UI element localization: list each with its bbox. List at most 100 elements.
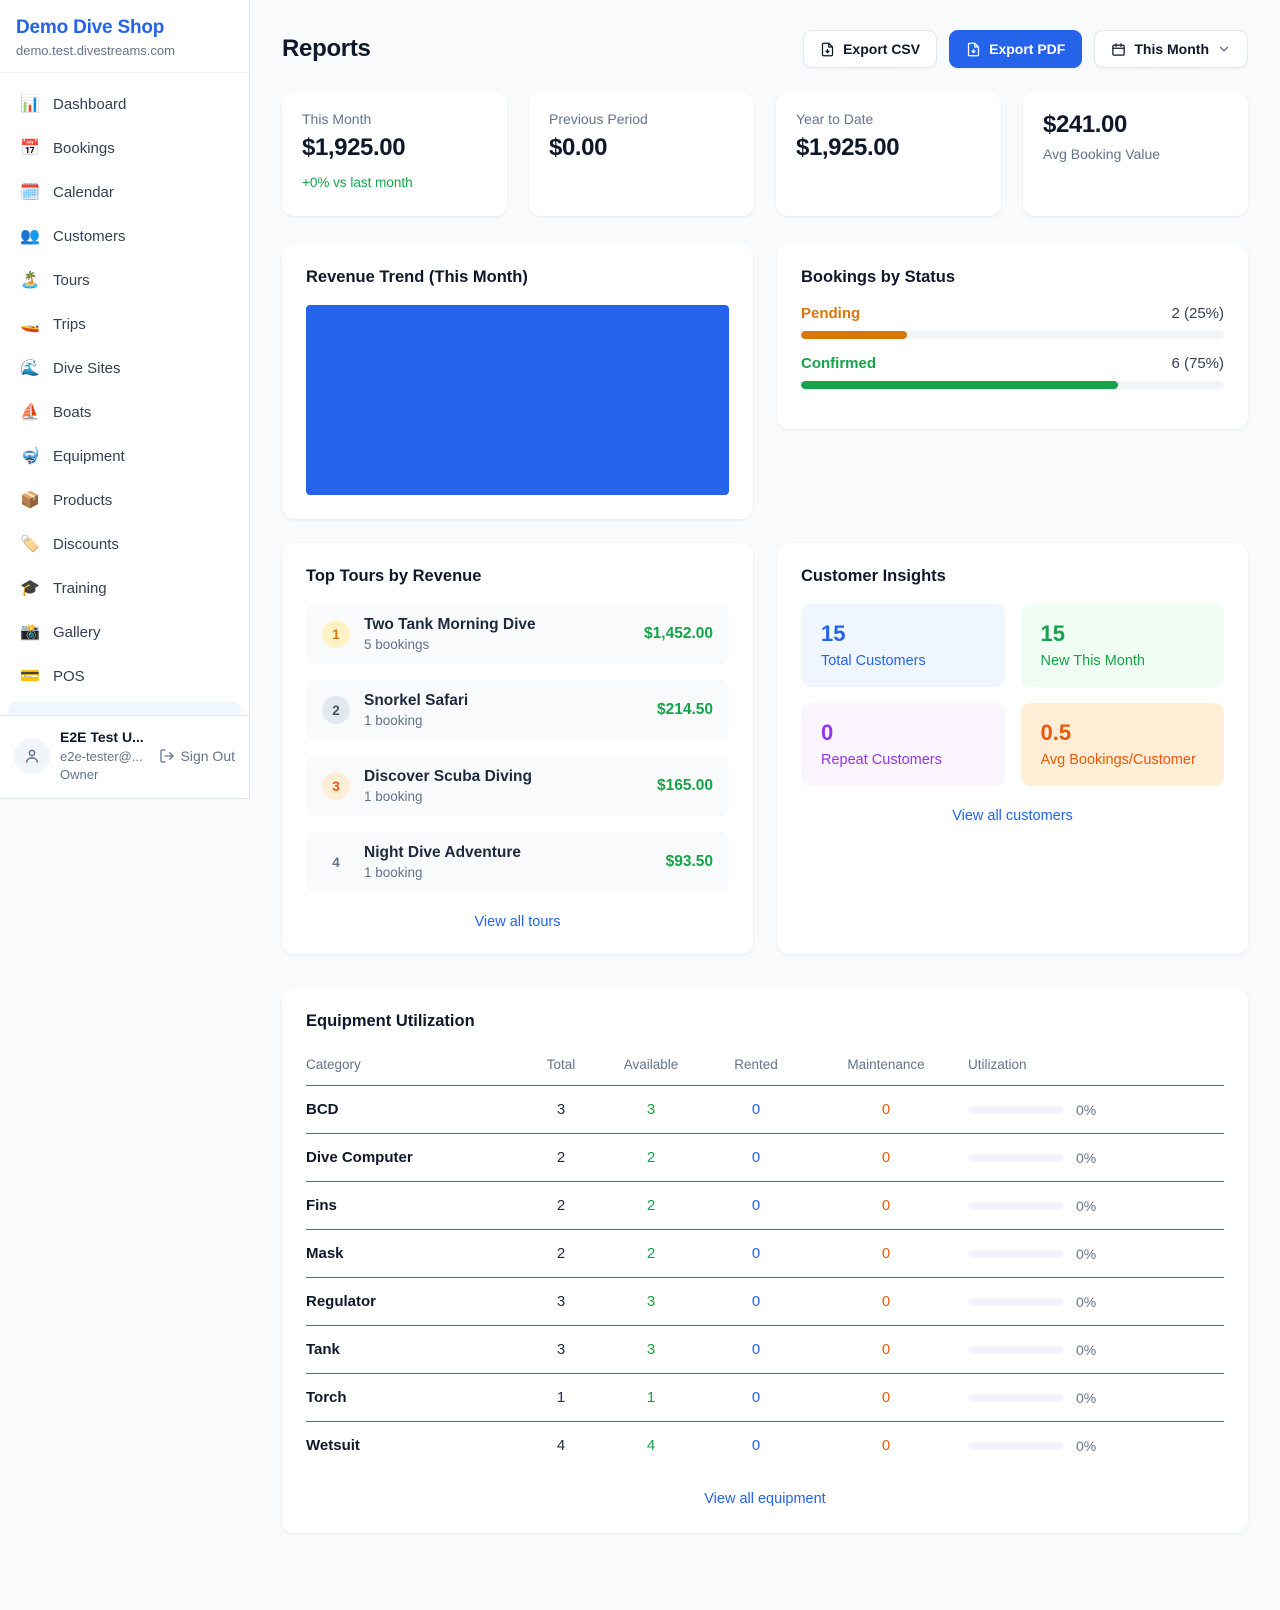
sidebar-item-discounts[interactable]: 🏷️ Discounts	[8, 527, 241, 562]
table-row: Torch 1 1 0 0 0%	[306, 1374, 1224, 1422]
person-icon	[23, 747, 41, 765]
view-all-tours-link[interactable]: View all tours	[306, 914, 729, 930]
status-count: 2 (25%)	[1171, 305, 1224, 322]
utilization-percent: 0%	[1076, 1342, 1096, 1358]
cell-category: Regulator	[306, 1278, 516, 1326]
column-header-available: Available	[606, 1049, 696, 1086]
sidebar-item-reports-partial[interactable]	[8, 702, 241, 715]
sidebar: Demo Dive Shop demo.test.divestreams.com…	[0, 0, 250, 799]
cell-total: 2	[516, 1182, 606, 1230]
cell-category: Tank	[306, 1326, 516, 1374]
utilization-percent: 0%	[1076, 1150, 1096, 1166]
sidebar-item-dashboard[interactable]: 📊 Dashboard	[8, 87, 241, 122]
period-select[interactable]: This Month	[1094, 30, 1248, 68]
sidebar-item-label: Calendar	[53, 184, 114, 201]
utilization-track	[968, 1154, 1064, 1162]
insight-value: 15	[821, 621, 985, 647]
stat-label: Year to Date	[796, 111, 981, 127]
brand-domain: demo.test.divestreams.com	[16, 43, 233, 58]
sidebar-item-products[interactable]: 📦 Products	[8, 483, 241, 518]
sidebar-item-gallery[interactable]: 📸 Gallery	[8, 615, 241, 650]
insight-label: Avg Bookings/Customer	[1041, 752, 1205, 768]
tag-icon: 🏷️	[20, 537, 40, 553]
stat-label: This Month	[302, 111, 487, 127]
table-header-row: Category Total Available Rented Maintena…	[306, 1049, 1224, 1086]
cell-category: Torch	[306, 1374, 516, 1422]
cell-maintenance: 0	[816, 1230, 956, 1278]
stat-label: Previous Period	[549, 111, 734, 127]
brand-name: Demo Dive Shop	[16, 17, 233, 39]
view-all-equipment-link[interactable]: View all equipment	[306, 1491, 1224, 1507]
rank-badge: 4	[322, 848, 350, 876]
table-row: BCD 3 3 0 0 0%	[306, 1086, 1224, 1134]
spiral-calendar-icon: 🗓️	[20, 185, 40, 201]
sidebar-item-label: Trips	[53, 316, 86, 333]
equipment-table: Category Total Available Rented Maintena…	[306, 1049, 1224, 1469]
view-all-customers-link[interactable]: View all customers	[801, 808, 1224, 824]
cell-category: Fins	[306, 1182, 516, 1230]
sidebar-item-training[interactable]: 🎓 Training	[8, 571, 241, 606]
charts-row: Revenue Trend (This Month) Bookings by S…	[282, 244, 1248, 519]
sidebar-item-label: Boats	[53, 404, 91, 421]
tour-name: Snorkel Safari	[364, 692, 468, 710]
tour-list: 1 Two Tank Morning Dive 5 bookings $1,45…	[306, 604, 729, 892]
rank-badge: 2	[322, 696, 350, 724]
sidebar-item-trips[interactable]: 🚤 Trips	[8, 307, 241, 342]
sidebar-item-dive-sites[interactable]: 🌊 Dive Sites	[8, 351, 241, 386]
sign-out-button[interactable]: Sign Out	[159, 748, 235, 764]
sidebar-item-bookings[interactable]: 📅 Bookings	[8, 131, 241, 166]
column-header-total: Total	[516, 1049, 606, 1086]
stat-value: $0.00	[549, 134, 734, 162]
status-progress-track	[801, 381, 1224, 389]
cell-maintenance: 0	[816, 1134, 956, 1182]
export-pdf-label: Export PDF	[989, 41, 1065, 57]
utilization-percent: 0%	[1076, 1246, 1096, 1262]
insight-tile: 15 Total Customers	[801, 604, 1005, 687]
status-label: Confirmed	[801, 355, 876, 372]
tour-revenue: $1,452.00	[644, 625, 713, 643]
sidebar-item-pos[interactable]: 💳 POS	[8, 659, 241, 694]
tour-bookings: 5 bookings	[364, 637, 536, 652]
sidebar-item-label: Gallery	[53, 624, 101, 641]
cell-rented: 0	[696, 1086, 816, 1134]
sidebar-item-tours[interactable]: 🏝️ Tours	[8, 263, 241, 298]
avatar	[14, 738, 50, 774]
export-pdf-button[interactable]: Export PDF	[949, 30, 1082, 68]
sidebar-item-boats[interactable]: ⛵ Boats	[8, 395, 241, 430]
sidebar-item-calendar[interactable]: 🗓️ Calendar	[8, 175, 241, 210]
file-download-icon	[820, 42, 835, 57]
sidebar-item-label: Dashboard	[53, 96, 126, 113]
column-header-maintenance: Maintenance	[816, 1049, 956, 1086]
stat-delta: +0% vs last month	[302, 175, 487, 190]
utilization-percent: 0%	[1076, 1102, 1096, 1118]
sidebar-item-customers[interactable]: 👥 Customers	[8, 219, 241, 254]
utilization-track	[968, 1250, 1064, 1258]
cell-total: 4	[516, 1422, 606, 1470]
cell-maintenance: 0	[816, 1422, 956, 1470]
insights-row: Top Tours by Revenue 1 Two Tank Morning …	[282, 543, 1248, 954]
cell-total: 3	[516, 1278, 606, 1326]
sidebar-item-label: POS	[53, 668, 85, 685]
cell-maintenance: 0	[816, 1182, 956, 1230]
sidebar-item-label: Training	[53, 580, 107, 597]
tour-name: Two Tank Morning Dive	[364, 616, 536, 634]
sidebar-item-label: Customers	[53, 228, 126, 245]
page-title: Reports	[282, 35, 371, 63]
sidebar-item-equipment[interactable]: 🤿 Equipment	[8, 439, 241, 474]
cell-available: 3	[606, 1086, 696, 1134]
tour-row: 4 Night Dive Adventure 1 booking $93.50	[306, 832, 729, 892]
panel-title: Customer Insights	[801, 567, 1224, 586]
cell-category: Dive Computer	[306, 1134, 516, 1182]
table-row: Dive Computer 2 2 0 0 0%	[306, 1134, 1224, 1182]
user-name: E2E Test U...	[60, 728, 144, 748]
cell-rented: 0	[696, 1182, 816, 1230]
status-rows: Pending 2 (25%) Confirmed 6 (75%)	[801, 305, 1224, 389]
cell-rented: 0	[696, 1326, 816, 1374]
export-csv-label: Export CSV	[843, 41, 920, 57]
status-row: Confirmed 6 (75%)	[801, 355, 1224, 389]
export-csv-button[interactable]: Export CSV	[803, 30, 937, 68]
cell-total: 1	[516, 1374, 606, 1422]
main-content: Reports Export CSV Export PDF This Month	[250, 0, 1280, 1567]
cell-available: 4	[606, 1422, 696, 1470]
table-row: Tank 3 3 0 0 0%	[306, 1326, 1224, 1374]
